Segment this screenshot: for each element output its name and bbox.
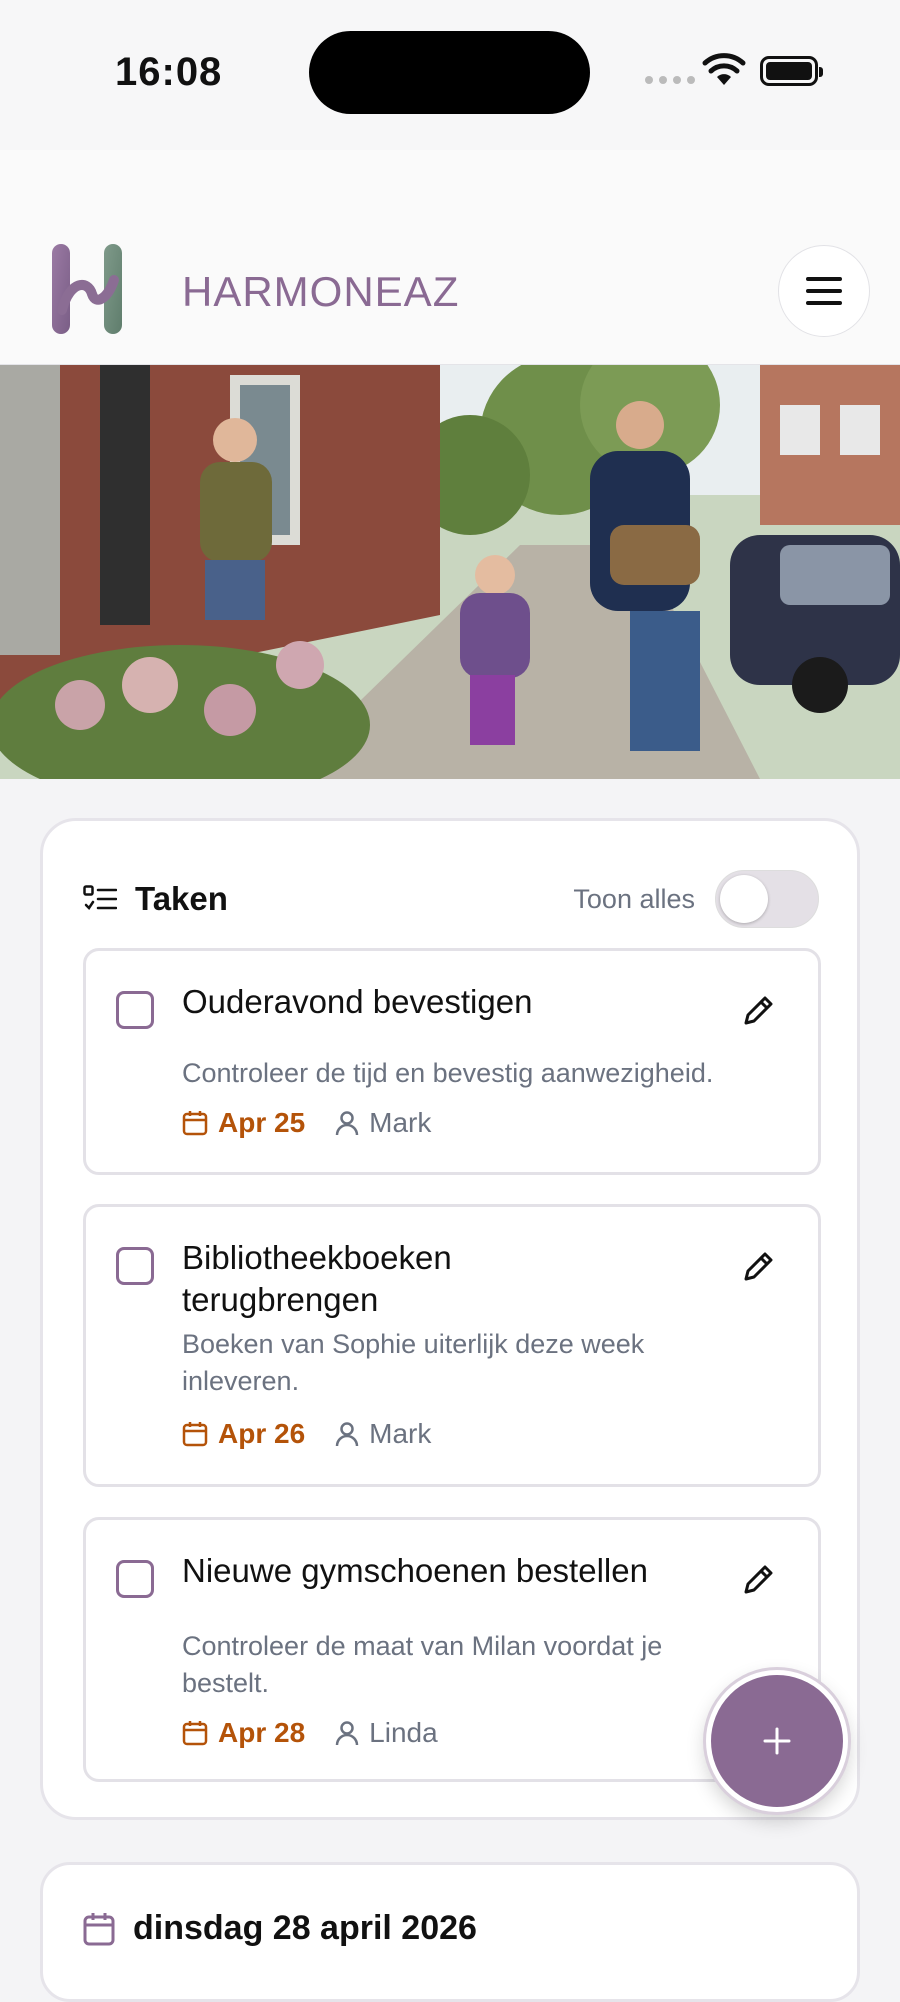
task-title: Nieuwe gymschoenen bestellen bbox=[182, 1552, 648, 1589]
task-assignee: Mark bbox=[335, 1418, 431, 1450]
wifi-icon bbox=[702, 53, 746, 85]
menu-button[interactable] bbox=[778, 245, 870, 337]
app-header: HARMONEAZ bbox=[0, 150, 900, 365]
task-description: Boeken van Sophie uiterlijk deze week in… bbox=[182, 1329, 645, 1396]
calendar-icon bbox=[182, 1721, 208, 1746]
task-description: Controleer de maat van Milan voordat je … bbox=[182, 1631, 663, 1698]
task-assignee-name: Mark bbox=[369, 1418, 432, 1449]
task-title: Bibliotheekboeken terugbrengen bbox=[182, 1239, 452, 1318]
add-task-button[interactable] bbox=[706, 1670, 848, 1812]
plus-icon bbox=[763, 1727, 791, 1755]
task-title: Ouderavond bevestigen bbox=[182, 983, 533, 1020]
brand-name: HARMONEAZ bbox=[182, 268, 460, 315]
pencil-icon[interactable] bbox=[738, 1560, 778, 1600]
task-item[interactable]: Ouderavond bevestigen Controleer de tijd… bbox=[83, 948, 821, 1175]
calendar-icon bbox=[182, 1422, 208, 1447]
checklist-icon bbox=[83, 885, 117, 910]
person-icon bbox=[335, 1111, 359, 1136]
task-assignee: Mark bbox=[335, 1107, 431, 1139]
task-checkbox[interactable] bbox=[116, 1247, 154, 1285]
tasks-card-title: Taken bbox=[135, 880, 228, 917]
hamburger-menu-icon bbox=[806, 277, 842, 281]
task-due-date: Apr 25 bbox=[182, 1107, 305, 1139]
calendar-card: dinsdag 28 april 2026 bbox=[40, 1862, 860, 2002]
calendar-date-heading: dinsdag 28 april 2026 bbox=[133, 1909, 477, 1947]
task-due-date: Apr 28 bbox=[182, 1717, 305, 1749]
person-icon bbox=[335, 1422, 359, 1447]
cellular-signal-icon bbox=[645, 76, 695, 84]
task-date-text: Apr 28 bbox=[218, 1717, 306, 1748]
task-item[interactable]: Bibliotheekboeken terugbrengen Boeken va… bbox=[83, 1204, 821, 1487]
task-checkbox[interactable] bbox=[116, 991, 154, 1029]
tasks-card-header: Taken Toon alles bbox=[83, 870, 819, 928]
status-time: 16:08 bbox=[115, 50, 223, 94]
task-date-text: Apr 25 bbox=[218, 1107, 306, 1138]
calendar-icon bbox=[83, 1912, 115, 1945]
task-assignee: Linda bbox=[335, 1717, 438, 1749]
pencil-icon[interactable] bbox=[738, 991, 778, 1031]
toggle-knob bbox=[720, 875, 768, 923]
person-icon bbox=[335, 1721, 359, 1746]
battery-icon bbox=[760, 56, 823, 86]
task-assignee-name: Linda bbox=[369, 1717, 438, 1748]
pencil-icon[interactable] bbox=[738, 1247, 778, 1287]
task-meta: Apr 28 Linda bbox=[182, 1717, 438, 1749]
task-checkbox[interactable] bbox=[116, 1560, 154, 1598]
task-due-date: Apr 26 bbox=[182, 1418, 305, 1450]
calendar-icon bbox=[182, 1111, 208, 1136]
show-all-control: Toon alles bbox=[573, 870, 819, 928]
task-assignee-name: Mark bbox=[369, 1107, 432, 1138]
dynamic-island bbox=[309, 31, 590, 114]
calendar-card-header: dinsdag 28 april 2026 bbox=[83, 1909, 477, 1948]
task-date-text: Apr 26 bbox=[218, 1418, 306, 1449]
task-description: Controleer de tijd en bevestig aanwezigh… bbox=[182, 1058, 714, 1088]
task-meta: Apr 26 Mark bbox=[182, 1418, 431, 1450]
hero-image bbox=[0, 365, 900, 779]
tasks-card: Taken Toon alles Ouderavond bevestigen C… bbox=[40, 818, 860, 1820]
show-all-toggle[interactable] bbox=[715, 870, 819, 928]
task-meta: Apr 25 Mark bbox=[182, 1107, 431, 1139]
harmoneaz-logo[interactable] bbox=[48, 240, 126, 338]
status-bar: 16:08 bbox=[0, 0, 900, 150]
show-all-label: Toon alles bbox=[573, 883, 695, 914]
